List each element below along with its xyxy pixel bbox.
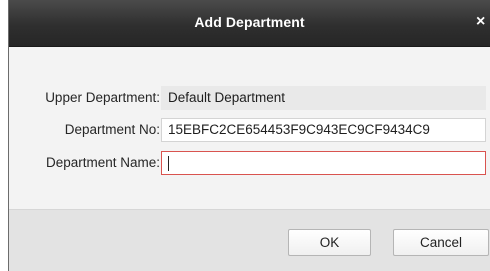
department-no-label: Department No: <box>64 122 160 137</box>
add-department-dialog: Add Department × Upper Department: Defau… <box>8 0 490 271</box>
upper-department-field[interactable]: Default Department <box>161 86 486 110</box>
dialog-title: Add Department <box>194 14 305 30</box>
department-name-input[interactable] <box>161 151 486 175</box>
text-caret <box>168 156 169 171</box>
department-name-label: Department Name: <box>45 155 160 170</box>
dialog-body: Upper Department: Default Department Dep… <box>9 47 490 209</box>
close-icon[interactable]: × <box>476 13 490 31</box>
department-no-field[interactable]: 15EBFC2CE654453F9C943EC9CF9434C9 <box>161 118 486 142</box>
ok-button[interactable]: OK <box>288 229 371 256</box>
dialog-footer: OK Cancel <box>9 209 490 271</box>
department-no-row: Department No: 15EBFC2CE654453F9C943EC9C… <box>9 117 490 143</box>
dialog-titlebar[interactable]: Add Department × <box>9 0 490 47</box>
upper-department-row: Upper Department: Default Department <box>9 85 490 111</box>
cancel-button[interactable]: Cancel <box>393 229 489 256</box>
upper-department-label: Upper Department: <box>45 90 160 105</box>
department-name-row: Department Name: <box>9 150 490 176</box>
